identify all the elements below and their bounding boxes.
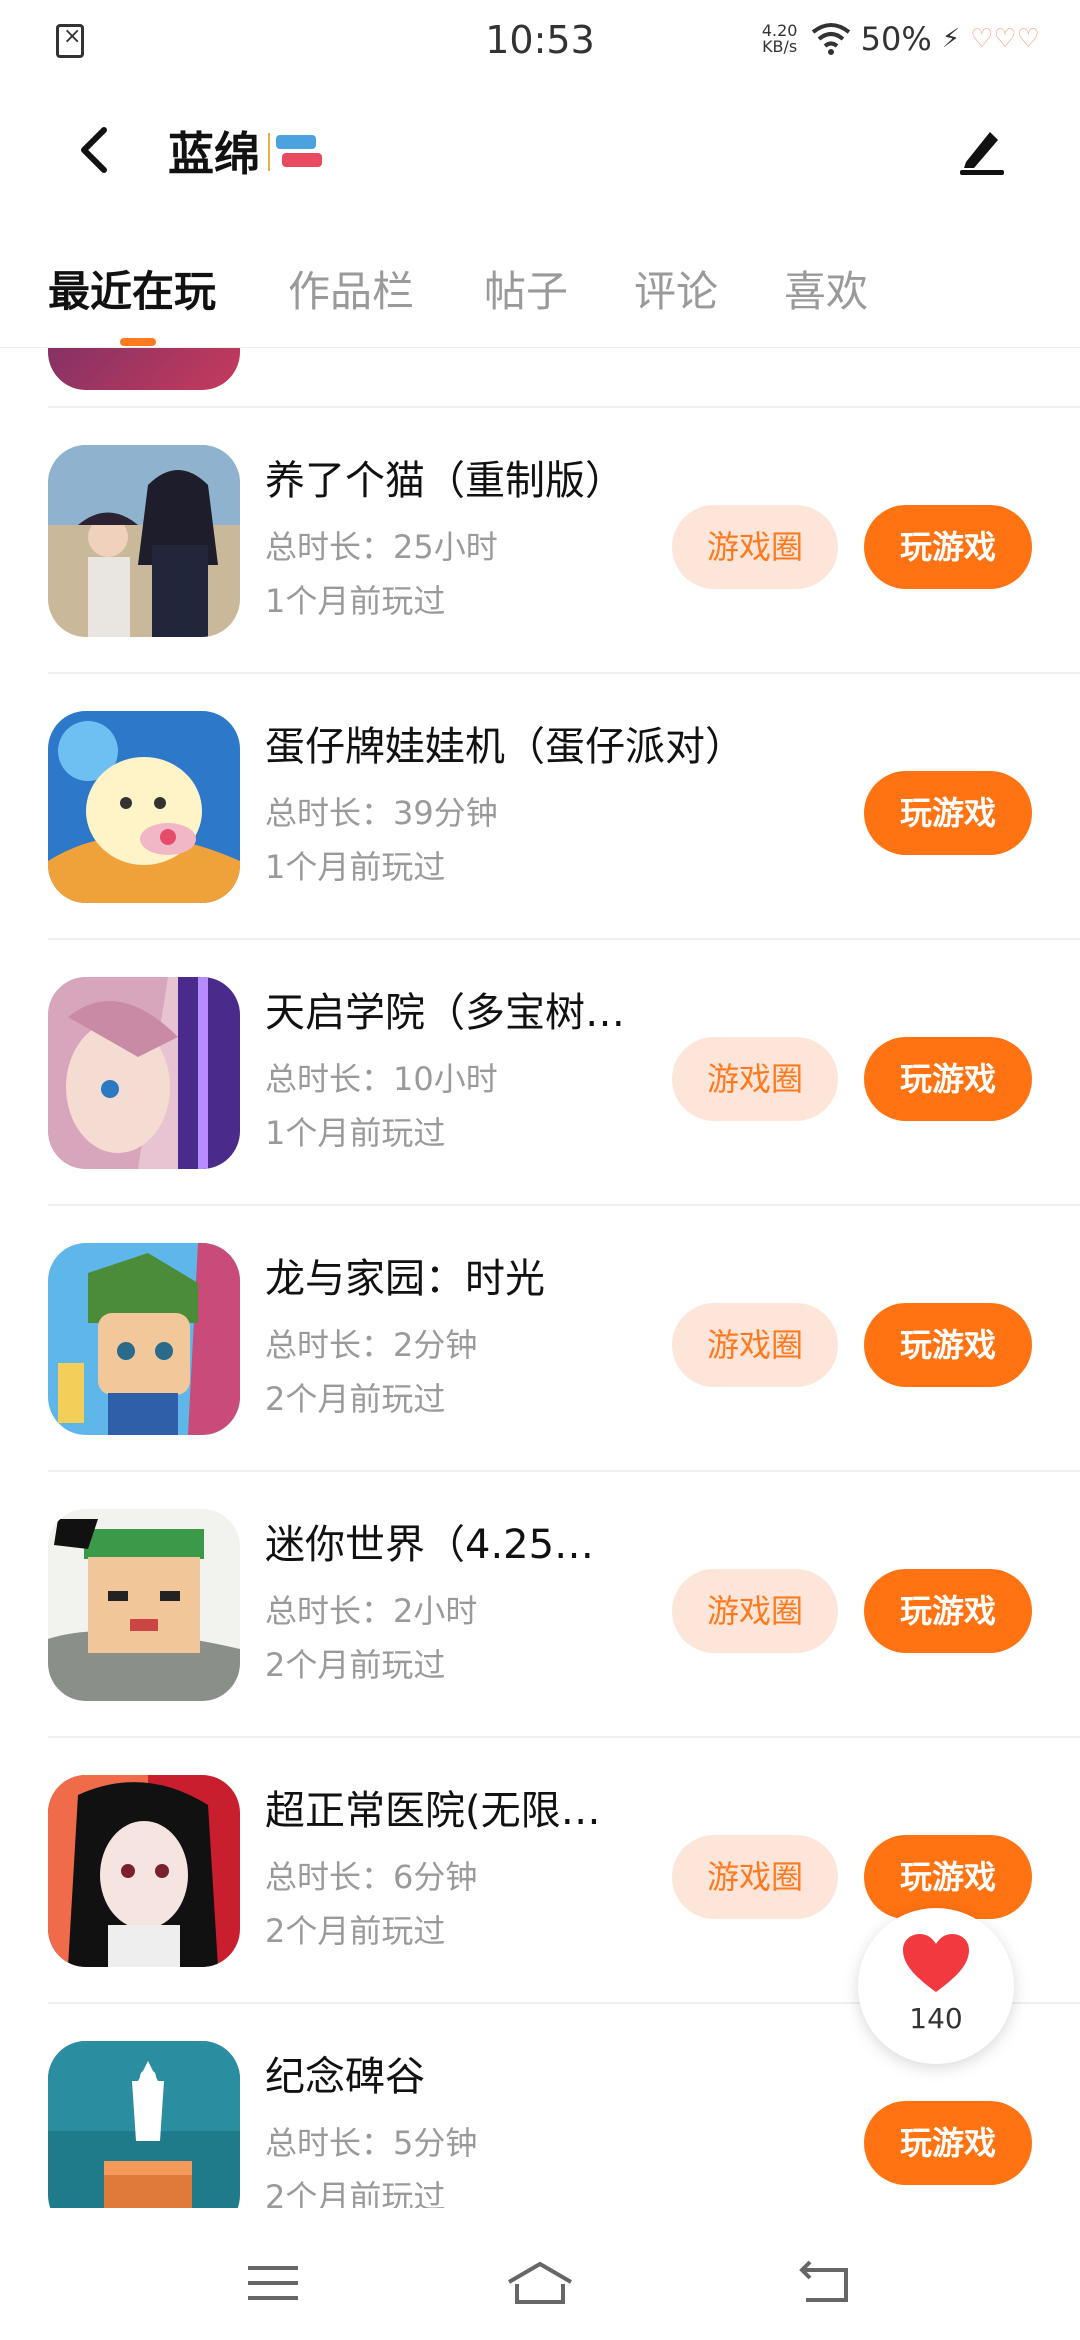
heart-icon [903, 1934, 969, 1992]
game-info: 纪念碑谷 总时长：5分钟 2个月前玩过 [265, 2044, 665, 2208]
wifi-icon [811, 23, 850, 55]
game-name: 天启学院（多宝树… [265, 990, 625, 1036]
play-game-button[interactable]: 玩游戏 [864, 1303, 1032, 1387]
game-info: 天启学院（多宝树… 总时长：10小时 1个月前玩过 [265, 980, 665, 1160]
header: 蓝绵 [0, 100, 1080, 200]
list-item[interactable]: 蛋仔牌娃娃机（蛋仔派对） 总时长：39分钟 1个月前玩过 玩游戏 [0, 674, 1080, 940]
game-last-played: 1个月前玩过 [265, 848, 446, 886]
game-duration: 总时长：2小时 [265, 1592, 478, 1630]
game-icon[interactable] [48, 1775, 240, 1967]
charging-icon: ⚡ [941, 24, 961, 54]
list-item[interactable]: 天启学院（多宝树… 总时长：10小时 1个月前玩过 游戏圈 玩游戏 [0, 940, 1080, 1206]
title-wrap: 蓝绵 [168, 118, 324, 184]
game-info: 超正常医院(无限… 总时长：6分钟 2个月前玩过 [265, 1778, 665, 1958]
game-circle-button[interactable]: 游戏圈 [672, 505, 838, 589]
game-last-played: 1个月前玩过 [265, 1114, 446, 1152]
play-game-button[interactable]: 玩游戏 [864, 1835, 1032, 1919]
tab-bar: 最近在玩 作品栏 帖子 评论 喜欢 [0, 240, 1080, 348]
game-icon[interactable] [48, 711, 240, 903]
tab-works[interactable]: 作品栏 [288, 258, 414, 319]
battery-level: 50% [860, 20, 932, 58]
game-last-played: 2个月前玩过 [265, 1646, 446, 1684]
game-info: 迷你世界（4.25… 总时长：2小时 2个月前玩过 [265, 1512, 665, 1692]
game-circle-button[interactable]: 游戏圈 [672, 1569, 838, 1653]
game-duration: 总时长：6分钟 [265, 1858, 478, 1896]
game-name: 纪念碑谷 [265, 2054, 425, 2100]
game-info: 蛋仔牌娃娃机（蛋仔派对） 总时长：39分钟 1个月前玩过 [265, 714, 825, 894]
game-circle-button[interactable]: 游戏圈 [672, 1037, 838, 1121]
game-circle-button[interactable]: 游戏圈 [672, 1303, 838, 1387]
game-name: 迷你世界（4.25… [265, 1522, 595, 1568]
game-name: 养了个猫（重制版） [265, 458, 625, 504]
game-duration: 总时长：5分钟 [265, 2124, 478, 2162]
play-game-button[interactable]: 玩游戏 [864, 1569, 1032, 1653]
game-info: 养了个猫（重制版） 总时长：25小时 1个月前玩过 [265, 448, 665, 628]
game-name: 龙与家园：时光 [265, 1256, 545, 1302]
game-info: 龙与家园：时光 总时长：2分钟 2个月前玩过 [265, 1246, 665, 1426]
status-right: 4.20 KB/s 50% ⚡ ♡♡♡ [759, 20, 1040, 58]
list-item[interactable]: 龙与家园：时光 总时长：2分钟 2个月前玩过 游戏圈 玩游戏 [0, 1206, 1080, 1472]
game-icon[interactable] [48, 1243, 240, 1435]
game-name: 超正常医院(无限… [265, 1788, 601, 1834]
home-icon[interactable] [505, 2258, 575, 2308]
game-icon[interactable] [48, 2041, 240, 2208]
user-badge-icon [268, 133, 322, 171]
game-duration: 总时长：39分钟 [265, 794, 498, 832]
game-icon[interactable] [48, 445, 240, 637]
tab-indicator [120, 338, 156, 346]
page-title: 蓝绵 [168, 127, 260, 181]
net-speed: 4.20 KB/s [761, 21, 798, 56]
system-nav-bar [0, 2218, 1080, 2340]
play-game-button[interactable]: 玩游戏 [864, 2101, 1032, 2185]
game-circle-button[interactable]: 游戏圈 [672, 1835, 838, 1919]
play-game-button[interactable]: 玩游戏 [864, 505, 1032, 589]
game-icon[interactable] [48, 1509, 240, 1701]
game-icon[interactable] [48, 977, 240, 1169]
game-last-played: 2个月前玩过 [265, 2178, 446, 2208]
list-item[interactable]: 养了个猫（重制版） 总时长：25小时 1个月前玩过 游戏圈 玩游戏 [0, 408, 1080, 674]
extra-status-icons: ♡♡♡ [970, 24, 1040, 54]
menu-icon[interactable] [244, 2258, 304, 2308]
tab-recent[interactable]: 最近在玩 [48, 258, 216, 319]
game-last-played: 1个月前玩过 [265, 582, 446, 620]
edit-icon[interactable] [954, 122, 1010, 178]
status-bar: 10:53 4.20 KB/s 50% ⚡ ♡♡♡ [0, 0, 1080, 84]
tab-likes[interactable]: 喜欢 [784, 258, 868, 319]
play-game-button[interactable]: 玩游戏 [864, 771, 1032, 855]
game-last-played: 2个月前玩过 [265, 1912, 446, 1950]
game-last-played: 2个月前玩过 [265, 1380, 446, 1418]
game-duration: 总时长：10小时 [265, 1060, 498, 1098]
game-duration: 总时长：25小时 [265, 528, 498, 566]
tab-posts[interactable]: 帖子 [484, 258, 568, 319]
game-name: 蛋仔牌娃娃机（蛋仔派对） [265, 724, 745, 770]
like-fab[interactable]: 140 [858, 1908, 1014, 2064]
play-game-button[interactable]: 玩游戏 [864, 1037, 1032, 1121]
like-count: 140 [909, 2002, 963, 2035]
back-icon[interactable] [66, 120, 126, 180]
list-item[interactable]: 迷你世界（4.25… 总时长：2小时 2个月前玩过 游戏圈 玩游戏 [0, 1472, 1080, 1738]
tab-comments[interactable]: 评论 [634, 258, 718, 319]
back-nav-icon[interactable] [796, 2258, 856, 2308]
game-duration: 总时长：2分钟 [265, 1326, 478, 1364]
